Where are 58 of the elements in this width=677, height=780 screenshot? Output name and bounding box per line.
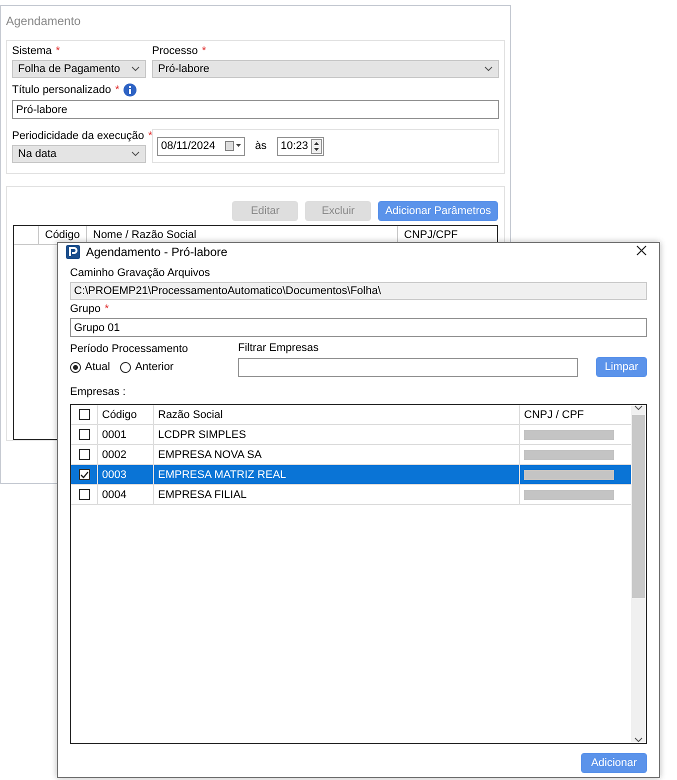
required-mark: * [202, 45, 206, 57]
table-cell: 0003 [98, 465, 154, 484]
date-field[interactable]: 08/11/2024 [157, 136, 245, 156]
required-mark: * [104, 303, 109, 315]
table-row[interactable]: 0001 LCDPR SIMPLES [71, 425, 631, 445]
process-dropdown[interactable]: Pró-labore [152, 60, 499, 78]
field-label: Grupo [70, 303, 101, 315]
path-field[interactable]: C:\PROEMP21\ProcessamentoAutomatico\Documentos\Folha\ [70, 282, 647, 300]
chevron-down-icon [131, 151, 140, 157]
checkbox[interactable] [78, 469, 90, 480]
dialog-title: Agendamento - Pró-labore [86, 245, 228, 259]
required-mark: * [115, 84, 120, 96]
field-label: Periodicidade da execução [12, 130, 144, 142]
table-cell: EMPRESA FILIAL [154, 485, 520, 504]
group-field[interactable]: Grupo 01 [70, 318, 647, 337]
required-mark: * [56, 45, 60, 57]
system-dropdown[interactable]: Folha de Pagamento [12, 60, 146, 78]
field-label: Sistema [12, 45, 52, 57]
field-label: Empresas : [70, 386, 127, 398]
chevron-up-icon [634, 405, 643, 411]
checkbox[interactable] [78, 489, 90, 500]
table-cell: 0004 [98, 485, 154, 504]
checkbox[interactable] [78, 429, 90, 440]
column-header: CNPJ / CPF [523, 408, 585, 422]
radio-option[interactable]: Atual [70, 361, 110, 373]
column-header: Razão Social [154, 405, 520, 424]
checkbox[interactable] [78, 409, 90, 420]
table-cell: 0002 [98, 445, 154, 464]
field-label: Processo [152, 45, 198, 57]
periodicity-dropdown[interactable]: Na data [12, 145, 146, 163]
app-logo-icon [66, 245, 80, 259]
table-cell: 0001 [98, 425, 154, 444]
chevron-down-icon [131, 66, 140, 72]
table-row[interactable]: 0004 EMPRESA FILIAL [71, 485, 631, 505]
chevron-down-icon [484, 66, 493, 72]
table-cell: EMPRESA NOVA SA [154, 445, 520, 464]
time-label: às [255, 140, 267, 152]
close-icon[interactable] [636, 245, 647, 256]
spinner-icon[interactable] [310, 138, 322, 154]
table-cell: LCDPR SIMPLES [154, 425, 520, 444]
window-title: Agendamento [6, 14, 82, 28]
required-mark: * [148, 130, 152, 142]
field-label: Caminho Gravação Arquivos [70, 267, 212, 279]
radio-icon[interactable] [70, 362, 81, 372]
chevron-down-icon [634, 737, 643, 743]
checkbox[interactable] [78, 449, 90, 460]
field-label: Título personalizado [12, 84, 112, 96]
field-label: Período Processamento [70, 343, 190, 355]
field-label: Filtrar Empresas [238, 342, 320, 354]
column-header: Código [98, 405, 154, 424]
title-field[interactable]: Pró-labore [12, 100, 499, 119]
table-row[interactable]: 0003 EMPRESA MATRIZ REAL [71, 465, 631, 485]
radio-option[interactable]: Anterior [120, 361, 174, 373]
calendar-icon[interactable] [225, 141, 241, 151]
info-icon[interactable] [123, 83, 138, 97]
time-field[interactable]: 10:23 [276, 136, 324, 156]
radio-icon[interactable] [120, 362, 132, 372]
table-cell: EMPRESA MATRIZ REAL [154, 465, 520, 484]
